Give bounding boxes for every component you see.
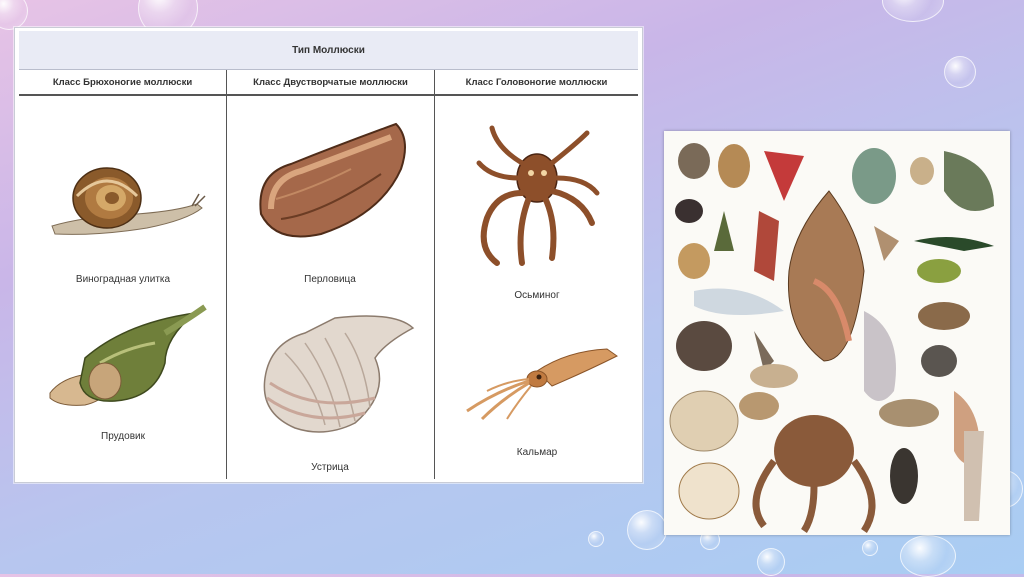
caption-grape-snail: Виноградная улитка bbox=[75, 274, 171, 285]
mollusk-classification-table: Тип Моллюски Класс Брюхоногие моллюски К… bbox=[14, 27, 643, 483]
pearl-mussel-illustration bbox=[259, 122, 406, 238]
oyster-illustration bbox=[263, 315, 415, 433]
caption-pond-snail: Прудовик bbox=[101, 431, 145, 442]
grape-snail-illustration bbox=[51, 167, 206, 235]
decorative-bubble bbox=[588, 531, 604, 547]
decorative-bubble bbox=[757, 548, 785, 576]
type-header: Тип Моллюски bbox=[19, 31, 638, 70]
decorative-bubble bbox=[862, 540, 878, 556]
caption-octopus: Осьминог bbox=[514, 290, 560, 301]
pond-snail-illustration bbox=[49, 304, 207, 406]
column-divider bbox=[226, 70, 227, 479]
class-header-bivalves: Класс Двустворчатые моллюски bbox=[227, 70, 434, 96]
decorative-bubble bbox=[627, 510, 667, 550]
class-header-cephalopods: Класс Головоногие моллюски bbox=[435, 70, 638, 96]
column-divider bbox=[434, 70, 435, 479]
caption-squid: Кальмар bbox=[516, 447, 558, 458]
decorative-bubble bbox=[900, 535, 956, 577]
mollusk-collage-image bbox=[664, 131, 1010, 535]
squid-illustration bbox=[466, 348, 618, 421]
decorative-bubble bbox=[882, 0, 944, 22]
caption-pearl-mussel: Перловица bbox=[304, 274, 356, 285]
decorative-bubble bbox=[944, 56, 976, 88]
class-header-gastropods: Класс Брюхоногие моллюски bbox=[19, 70, 226, 96]
mollusk-collage-drawing bbox=[669, 143, 994, 533]
caption-oyster: Устрица bbox=[311, 462, 349, 473]
decorative-bubble bbox=[0, 0, 28, 30]
octopus-illustration bbox=[476, 125, 600, 266]
